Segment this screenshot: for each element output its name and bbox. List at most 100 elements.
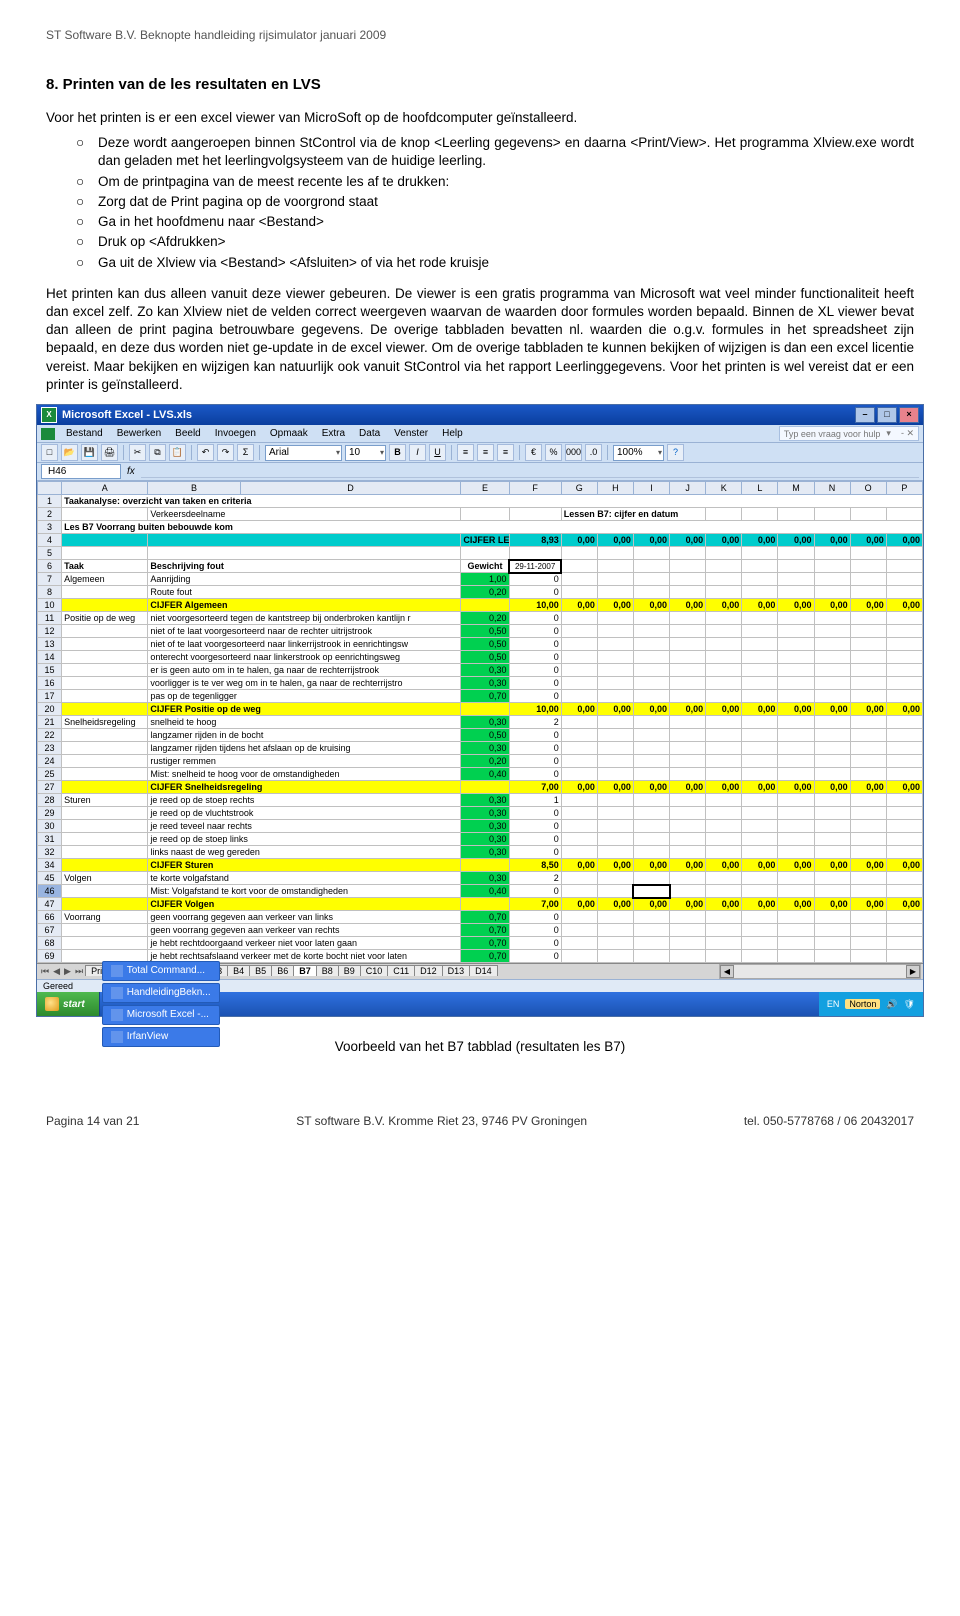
cell[interactable]: [670, 677, 706, 690]
cell[interactable]: [597, 651, 633, 664]
cell[interactable]: 0,00: [561, 599, 597, 612]
cell[interactable]: 0,00: [633, 534, 669, 547]
cell[interactable]: [561, 872, 597, 885]
cell[interactable]: [597, 885, 633, 898]
cell[interactable]: [633, 638, 669, 651]
cell[interactable]: [850, 885, 886, 898]
cell[interactable]: [597, 820, 633, 833]
cell[interactable]: [706, 586, 742, 599]
cell[interactable]: [742, 573, 778, 586]
col-header[interactable]: P: [886, 482, 922, 495]
maximize-button[interactable]: □: [877, 407, 897, 423]
help-icon[interactable]: ?: [667, 444, 684, 461]
cell[interactable]: [633, 937, 669, 950]
cell[interactable]: [850, 729, 886, 742]
row-header[interactable]: 25: [38, 768, 62, 781]
cell[interactable]: 0,00: [561, 534, 597, 547]
cell[interactable]: [461, 599, 509, 612]
cell[interactable]: je reed op de vluchtstrook: [148, 807, 461, 820]
cell[interactable]: Voorrang: [62, 911, 148, 924]
cell[interactable]: 0: [509, 625, 561, 638]
sheet-tab-b5[interactable]: B5: [249, 965, 272, 976]
cell[interactable]: [850, 807, 886, 820]
cell[interactable]: Sturen: [62, 794, 148, 807]
cell[interactable]: [561, 612, 597, 625]
cell[interactable]: [597, 690, 633, 703]
taskbar-item[interactable]: IrfanView: [102, 1027, 220, 1047]
cell[interactable]: 0,00: [742, 898, 778, 911]
tray-icon[interactable]: 🛡: [904, 999, 915, 1010]
taskbar-item[interactable]: Total Command...: [102, 961, 220, 981]
cell[interactable]: [633, 573, 669, 586]
cell[interactable]: langzamer rijden tijdens het afslaan op …: [148, 742, 461, 755]
cell[interactable]: Taakanalyse: overzicht van taken en crit…: [62, 495, 923, 508]
cell[interactable]: [742, 729, 778, 742]
row-header[interactable]: 28: [38, 794, 62, 807]
cell[interactable]: [561, 911, 597, 924]
cell[interactable]: [706, 755, 742, 768]
cell[interactable]: [706, 911, 742, 924]
cell[interactable]: [561, 950, 597, 963]
cell[interactable]: 0,00: [670, 703, 706, 716]
cell[interactable]: [886, 690, 922, 703]
cell[interactable]: [561, 586, 597, 599]
cell[interactable]: [670, 833, 706, 846]
cell[interactable]: [670, 560, 706, 573]
cell[interactable]: 0: [509, 573, 561, 586]
cell[interactable]: [597, 807, 633, 820]
cell[interactable]: 0,00: [850, 534, 886, 547]
cell[interactable]: [561, 885, 597, 898]
cell[interactable]: [850, 508, 886, 521]
row-header[interactable]: 11: [38, 612, 62, 625]
cell[interactable]: [62, 755, 148, 768]
cell[interactable]: [814, 950, 850, 963]
cell[interactable]: [778, 820, 814, 833]
cell[interactable]: [778, 547, 814, 560]
cell[interactable]: 0,30: [461, 677, 509, 690]
cell[interactable]: [850, 794, 886, 807]
cell[interactable]: 0,00: [850, 898, 886, 911]
cell[interactable]: [850, 911, 886, 924]
cell[interactable]: 29-11-2007: [509, 560, 561, 573]
row-header[interactable]: 45: [38, 872, 62, 885]
cell[interactable]: [742, 768, 778, 781]
open-icon[interactable]: 📂: [61, 444, 78, 461]
cell[interactable]: [62, 924, 148, 937]
cell[interactable]: 0,00: [850, 859, 886, 872]
cell[interactable]: [778, 807, 814, 820]
cell[interactable]: [778, 664, 814, 677]
cell[interactable]: [886, 508, 922, 521]
cell[interactable]: [742, 885, 778, 898]
cell[interactable]: 0: [509, 690, 561, 703]
cell[interactable]: [886, 807, 922, 820]
cell[interactable]: [742, 911, 778, 924]
cell[interactable]: [597, 716, 633, 729]
cell[interactable]: [886, 833, 922, 846]
cell[interactable]: [742, 924, 778, 937]
cell[interactable]: [62, 820, 148, 833]
col-header[interactable]: D: [240, 482, 461, 495]
print-icon[interactable]: 🖨: [101, 444, 118, 461]
cell[interactable]: [561, 807, 597, 820]
cell[interactable]: [561, 833, 597, 846]
cell[interactable]: [706, 807, 742, 820]
cell[interactable]: [742, 820, 778, 833]
cell[interactable]: 0: [509, 664, 561, 677]
taskbar-item[interactable]: HandleidingBekn...: [102, 983, 220, 1003]
cell[interactable]: [850, 820, 886, 833]
cell[interactable]: [742, 508, 778, 521]
cell[interactable]: [561, 664, 597, 677]
cell[interactable]: [670, 638, 706, 651]
cell[interactable]: [633, 729, 669, 742]
cell[interactable]: [814, 872, 850, 885]
cell[interactable]: [670, 846, 706, 859]
cell[interactable]: [633, 911, 669, 924]
cell[interactable]: je reed op de stoep rechts: [148, 794, 461, 807]
cell[interactable]: [850, 625, 886, 638]
cell[interactable]: [886, 547, 922, 560]
cell[interactable]: je reed teveel naar rechts: [148, 820, 461, 833]
sheet-tab-c11[interactable]: C11: [387, 965, 415, 976]
cell[interactable]: 0,00: [814, 859, 850, 872]
cell[interactable]: [561, 547, 597, 560]
cell[interactable]: 2: [509, 716, 561, 729]
